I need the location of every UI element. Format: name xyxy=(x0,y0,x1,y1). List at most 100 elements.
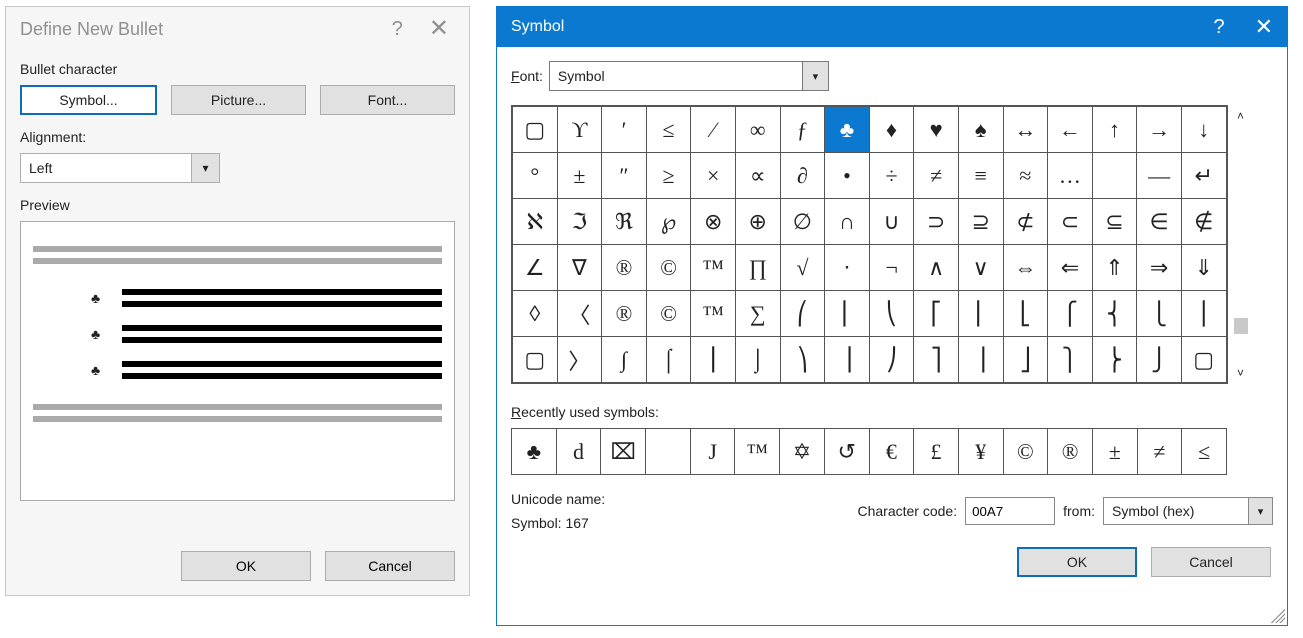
symbol-cell[interactable]: ∩ xyxy=(825,199,870,245)
recent-symbol-cell[interactable]: ↺ xyxy=(824,429,869,475)
symbol-cell[interactable]: 〉 xyxy=(557,337,602,383)
help-icon[interactable]: ? xyxy=(392,18,403,41)
symbol-cell[interactable]: ↓ xyxy=(1181,107,1226,153)
symbol-cell[interactable] xyxy=(1092,153,1137,199)
symbol-cell[interactable]: ⊄ xyxy=(1003,199,1048,245)
symbol-cell[interactable]: ⎮ xyxy=(691,337,736,383)
symbol-cell[interactable]: ≥ xyxy=(646,153,691,199)
symbol-cell[interactable]: … xyxy=(1048,153,1093,199)
symbol-cell[interactable]: ℘ xyxy=(646,199,691,245)
grid-scrollbar[interactable]: ˄ ˅ xyxy=(1230,105,1252,384)
symbol-cell[interactable]: ∈ xyxy=(1137,199,1182,245)
symbol-cell[interactable]: ⌡ xyxy=(735,337,780,383)
symbol-cell[interactable]: ∧ xyxy=(914,245,959,291)
symbol-cell[interactable]: ▢ xyxy=(1181,337,1226,383)
close-icon[interactable]: ✕ xyxy=(1255,16,1273,38)
symbol-cell[interactable]: ⎝ xyxy=(869,291,914,337)
symbol-cell[interactable]: ⎣ xyxy=(1003,291,1048,337)
symbol-cell[interactable]: ⋅ xyxy=(825,245,870,291)
symbol-cell[interactable]: ⇐ xyxy=(1048,245,1093,291)
symbol-cell[interactable]: 〈 xyxy=(557,291,602,337)
symbol-cell[interactable]: ≠ xyxy=(914,153,959,199)
scroll-thumb[interactable] xyxy=(1234,318,1248,334)
recent-symbol-cell[interactable]: € xyxy=(869,429,914,475)
symbol-cell[interactable]: ← xyxy=(1048,107,1093,153)
symbol-cell[interactable]: ⇑ xyxy=(1092,245,1137,291)
symbol-cell[interactable]: ⊇ xyxy=(958,199,1003,245)
recent-symbol-cell[interactable]: £ xyxy=(914,429,959,475)
symbol-cell[interactable]: ∞ xyxy=(735,107,780,153)
symbol-cell[interactable]: ± xyxy=(557,153,602,199)
symbol-cell[interactable]: ⎞ xyxy=(780,337,825,383)
symbol-cell[interactable]: ⎪ xyxy=(1181,291,1226,337)
resize-handle-icon[interactable] xyxy=(1271,609,1285,623)
symbol-cell[interactable]: ∝ xyxy=(735,153,780,199)
symbol-cell[interactable]: ⁄ xyxy=(691,107,736,153)
symbol-cell[interactable]: ↑ xyxy=(1092,107,1137,153)
symbol-cell[interactable]: ▢ xyxy=(513,107,558,153)
symbol-cell[interactable]: ⊕ xyxy=(735,199,780,245)
symbol-cell[interactable]: ® xyxy=(602,291,647,337)
symbol-cell[interactable]: ⊂ xyxy=(1048,199,1093,245)
symbol-cell[interactable]: ∅ xyxy=(780,199,825,245)
symbol-cell[interactable]: ⊗ xyxy=(691,199,736,245)
symbol-cell[interactable]: ∇ xyxy=(557,245,602,291)
symbol-cell[interactable]: ℵ xyxy=(513,199,558,245)
symbol-cell[interactable]: ≡ xyxy=(958,153,1003,199)
symbol-cell[interactable]: ∨ xyxy=(958,245,1003,291)
symbol-cell[interactable]: ⎡ xyxy=(914,291,959,337)
recent-symbol-cell[interactable]: © xyxy=(1003,429,1048,475)
recent-symbol-cell[interactable] xyxy=(646,429,691,475)
recent-symbol-cell[interactable]: J xyxy=(690,429,735,475)
font-select[interactable]: Symbol ▾ xyxy=(549,61,829,91)
symbol-cell[interactable]: ∑ xyxy=(735,291,780,337)
help-icon[interactable]: ? xyxy=(1213,16,1224,39)
symbol-cell[interactable]: ↵ xyxy=(1181,153,1226,199)
symbol-cell[interactable]: ▢ xyxy=(513,337,558,383)
symbol-cell[interactable]: ∫ xyxy=(602,337,647,383)
symbol-cell[interactable]: ′ xyxy=(602,107,647,153)
scroll-up-icon[interactable]: ˄ xyxy=(1230,105,1252,127)
ok-button[interactable]: OK xyxy=(181,551,311,581)
symbol-cell[interactable]: ″ xyxy=(602,153,647,199)
symbol-cell[interactable]: → xyxy=(1137,107,1182,153)
symbol-cell[interactable]: © xyxy=(646,245,691,291)
symbol-cell[interactable]: — xyxy=(1137,153,1182,199)
picture-button[interactable]: Picture... xyxy=(171,85,306,115)
recent-symbol-cell[interactable]: d xyxy=(556,429,601,475)
symbol-cell[interactable]: ⎟ xyxy=(825,337,870,383)
symbol-cell[interactable]: ♥ xyxy=(914,107,959,153)
symbol-cell[interactable]: ♦ xyxy=(869,107,914,153)
symbol-cell[interactable]: ⎢ xyxy=(958,291,1003,337)
symbol-cell[interactable]: ≤ xyxy=(646,107,691,153)
symbol-cell[interactable]: ™ xyxy=(691,245,736,291)
recent-symbol-cell[interactable]: ✡ xyxy=(780,429,825,475)
symbol-cell[interactable]: ⎧ xyxy=(1048,291,1093,337)
symbol-cell[interactable]: ≈ xyxy=(1003,153,1048,199)
symbol-cell[interactable]: ¬ xyxy=(869,245,914,291)
recent-symbol-cell[interactable]: ⌧ xyxy=(601,429,646,475)
symbol-cell[interactable]: ⎜ xyxy=(825,291,870,337)
close-icon[interactable]: ✕ xyxy=(423,17,455,41)
symbol-cell[interactable]: ⎨ xyxy=(1092,291,1137,337)
recent-symbol-cell[interactable]: ® xyxy=(1048,429,1093,475)
symbol-cell[interactable]: ⎫ xyxy=(1048,337,1093,383)
recent-symbol-cell[interactable]: ¥ xyxy=(958,429,1003,475)
symbol-cell[interactable]: ⌠ xyxy=(646,337,691,383)
symbol-cell[interactable]: ℑ xyxy=(557,199,602,245)
symbol-button[interactable]: Symbol... xyxy=(20,85,157,115)
symbol-cell[interactable]: √ xyxy=(780,245,825,291)
symbol-cell[interactable]: ⇔ xyxy=(1003,245,1048,291)
symbol-cell[interactable]: ∂ xyxy=(780,153,825,199)
symbol-cell[interactable]: ⎦ xyxy=(1003,337,1048,383)
font-button[interactable]: Font... xyxy=(320,85,455,115)
symbol-cell[interactable]: ↔ xyxy=(1003,107,1048,153)
symbol-cell[interactable]: ÷ xyxy=(869,153,914,199)
symbol-cell[interactable]: ∪ xyxy=(869,199,914,245)
symbol-cell[interactable]: ◊ xyxy=(513,291,558,337)
symbol-cell[interactable]: ™ xyxy=(691,291,736,337)
symbol-cell[interactable]: © xyxy=(646,291,691,337)
symbol-cell[interactable]: ⎩ xyxy=(1137,291,1182,337)
recent-symbol-cell[interactable]: ♣ xyxy=(512,429,557,475)
symbol-cell[interactable]: ⎤ xyxy=(914,337,959,383)
